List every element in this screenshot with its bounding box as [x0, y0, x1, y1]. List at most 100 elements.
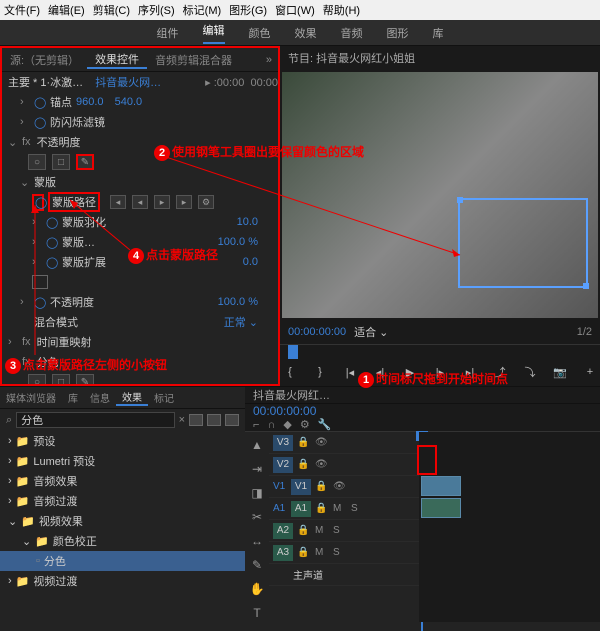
rect-mask-icon[interactable]: □: [52, 154, 70, 170]
anchor-x[interactable]: 960.0: [76, 96, 104, 108]
mask-invert-checkbox[interactable]: [32, 275, 48, 289]
mark-in-icon[interactable]: {: [280, 363, 300, 381]
fx-badge-icon[interactable]: fx: [22, 336, 31, 348]
marker-icon[interactable]: ◆: [283, 418, 291, 431]
mask-track-prev-icon[interactable]: ◂: [132, 195, 148, 209]
ws-tab-library[interactable]: 库: [433, 25, 444, 41]
tab-media-browser[interactable]: 媒体浏览器: [0, 390, 62, 405]
selection-tool-icon[interactable]: ▲: [248, 436, 266, 454]
resolution-dropdown[interactable]: 1/2: [577, 326, 592, 338]
timeline-clips-area[interactable]: [419, 432, 600, 622]
track-a2-label[interactable]: A2: [273, 523, 293, 539]
program-timecode[interactable]: 00:00:00:00: [288, 326, 346, 338]
menu-clip[interactable]: 剪辑(C): [93, 2, 130, 18]
tree-color-correct[interactable]: 颜色校正: [53, 533, 97, 549]
track-a1-label[interactable]: A1: [291, 501, 311, 517]
tab-audio-mixer[interactable]: 音频剪辑混合器: [147, 52, 240, 68]
tree-lumetri[interactable]: Lumetri 预设: [33, 453, 95, 469]
type-tool-icon[interactable]: T: [248, 604, 266, 622]
zoom-fit-dropdown[interactable]: 适合 ⌄: [354, 324, 388, 340]
mask-expand-value[interactable]: 0.0: [243, 256, 258, 268]
lift-icon[interactable]: ⤴: [490, 363, 510, 381]
export-frame-icon[interactable]: 📷: [550, 363, 570, 381]
pen-mask-icon[interactable]: ✎: [76, 154, 94, 170]
anchor-y[interactable]: 540.0: [115, 96, 143, 108]
eye-icon[interactable]: 👁: [333, 481, 347, 492]
go-in-icon[interactable]: |◂: [340, 363, 360, 381]
ripple-tool-icon[interactable]: ◨: [248, 484, 266, 502]
panel-menu-icon[interactable]: »: [266, 54, 272, 66]
settings-icon[interactable]: +: [580, 363, 600, 381]
go-out-icon[interactable]: ▸|: [460, 363, 480, 381]
program-viewer[interactable]: [282, 72, 598, 318]
mask-path-label[interactable]: 蒙版路径: [48, 192, 100, 212]
lock-icon[interactable]: 🔒: [315, 503, 329, 514]
tab-effect-controls[interactable]: 效果控件: [87, 51, 147, 69]
tree-video-trans[interactable]: 视频过渡: [33, 573, 77, 589]
ws-tab-effects[interactable]: 效果: [295, 25, 317, 41]
video-clip[interactable]: [421, 476, 461, 496]
eye-icon[interactable]: 👁: [315, 459, 329, 470]
step-fwd-icon[interactable]: |▸: [430, 363, 450, 381]
blend-mode-value[interactable]: 正常 ⌄: [224, 314, 258, 330]
ws-tab-graphics[interactable]: 图形: [387, 25, 409, 41]
track-a3-label[interactable]: A3: [273, 545, 293, 561]
fx-badge-filter-icon[interactable]: [225, 414, 239, 426]
menu-file[interactable]: 文件(F): [4, 2, 40, 18]
menu-help[interactable]: 帮助(H): [323, 2, 360, 18]
lock-icon[interactable]: 🔒: [297, 547, 311, 558]
rect-mask-icon[interactable]: □: [52, 374, 70, 384]
mask-track-next-icon[interactable]: ▸: [176, 195, 192, 209]
pen-tool-icon[interactable]: ✎: [248, 556, 266, 574]
lock-icon[interactable]: 🔒: [297, 459, 311, 470]
fx-badge-filter-icon[interactable]: [189, 414, 203, 426]
tab-source[interactable]: 源:（无剪辑）: [2, 52, 87, 68]
tab-info[interactable]: 信息: [84, 390, 116, 405]
tree-audio-fx[interactable]: 音频效果: [33, 473, 77, 489]
clear-search-icon[interactable]: ×: [179, 414, 185, 426]
mask-track-settings-icon[interactable]: ⚙: [198, 195, 214, 209]
track-select-icon[interactable]: ⇥: [248, 460, 266, 478]
stopwatch-icon[interactable]: ◯: [34, 116, 46, 129]
slip-tool-icon[interactable]: ↔: [248, 532, 266, 550]
hand-tool-icon[interactable]: ✋: [248, 580, 266, 598]
menu-graphics[interactable]: 图形(G): [229, 2, 267, 18]
mask-feather-value[interactable]: 10.0: [237, 216, 258, 228]
extract-icon[interactable]: ⤵: [520, 363, 540, 381]
fx-badge-icon[interactable]: fx: [22, 136, 31, 148]
fx-badge-icon[interactable]: fx: [22, 356, 31, 368]
play-icon[interactable]: ▶: [400, 363, 420, 381]
stopwatch-icon[interactable]: ◯: [46, 216, 58, 229]
timeline-timecode[interactable]: 00:00:00:00: [253, 404, 316, 418]
mask-opacity-value[interactable]: 100.0 %: [218, 236, 258, 248]
tree-video-fx[interactable]: 视频效果: [39, 513, 83, 529]
snap-icon[interactable]: ⌐: [253, 419, 259, 431]
pen-mask-icon[interactable]: ✎: [76, 374, 94, 384]
mask-track-back-icon[interactable]: ◂: [110, 195, 126, 209]
mask-outline[interactable]: [458, 198, 588, 288]
mask-path-stopwatch[interactable]: ◯: [32, 194, 44, 211]
program-scrubber[interactable]: [280, 344, 600, 358]
ws-tab-audio[interactable]: 音频: [341, 25, 363, 41]
tree-audio-trans[interactable]: 音频过渡: [33, 493, 77, 509]
menu-marker[interactable]: 标记(M): [183, 2, 222, 18]
settings-icon[interactable]: ⚙: [300, 418, 310, 431]
fx-badge-filter-icon[interactable]: [207, 414, 221, 426]
effects-search-input[interactable]: [16, 412, 174, 428]
ellipse-mask-icon[interactable]: ○: [28, 154, 46, 170]
audio-clip[interactable]: [421, 498, 461, 518]
tab-markers[interactable]: 标记: [148, 390, 180, 405]
menu-edit[interactable]: 编辑(E): [48, 2, 85, 18]
mask-track-play-icon[interactable]: ▸: [154, 195, 170, 209]
razor-tool-icon[interactable]: ✂: [248, 508, 266, 526]
tab-library[interactable]: 库: [62, 390, 84, 405]
menu-sequence[interactable]: 序列(S): [138, 2, 175, 18]
stopwatch-icon[interactable]: ◯: [34, 296, 46, 309]
stopwatch-icon[interactable]: ◯: [34, 96, 46, 109]
stopwatch-icon[interactable]: ◯: [46, 236, 58, 249]
menu-window[interactable]: 窗口(W): [275, 2, 315, 18]
ws-tab-color[interactable]: 颜色: [249, 25, 271, 41]
ellipse-mask-icon[interactable]: ○: [28, 374, 46, 384]
tree-presets[interactable]: 预设: [33, 433, 55, 449]
link-icon[interactable]: ∩: [267, 419, 275, 431]
